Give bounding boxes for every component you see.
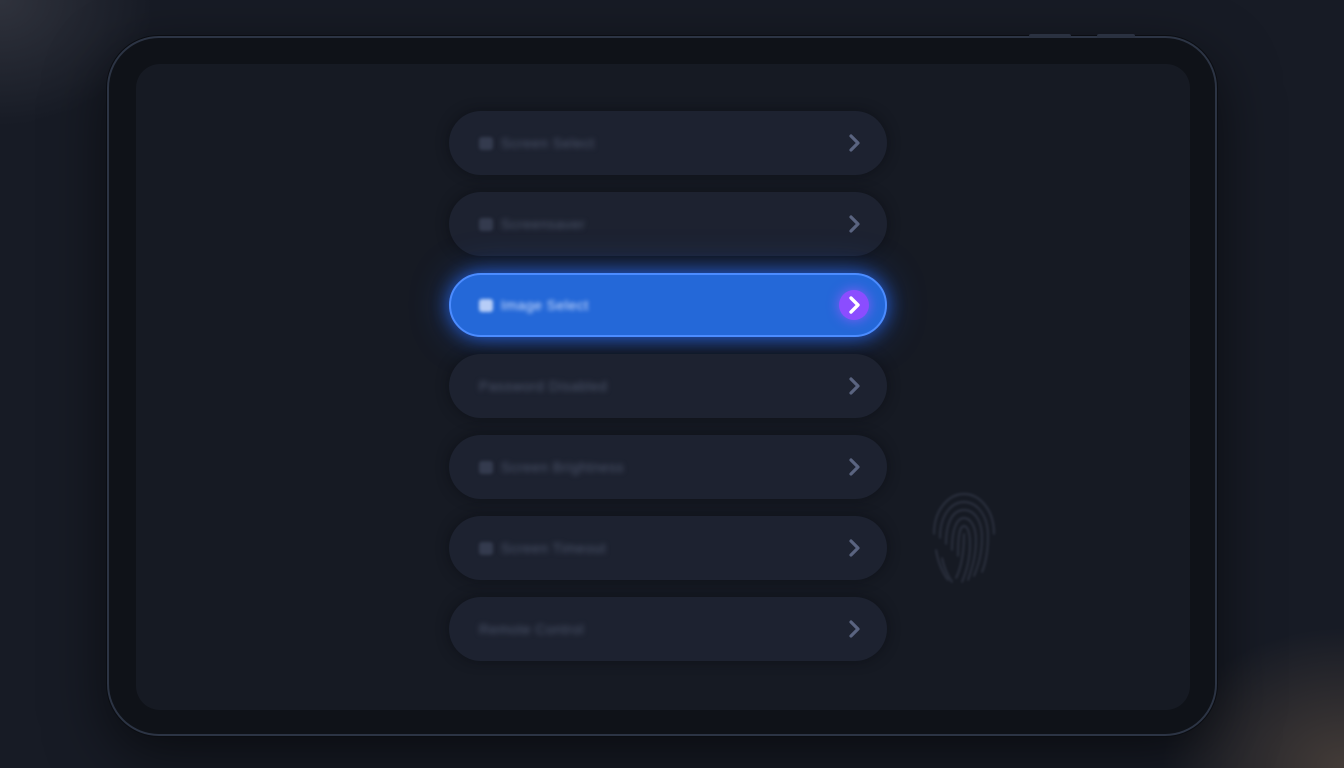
chevron-right-icon [841,373,867,399]
menu-item-label: Screen Brightness [501,459,624,475]
fingerprint-icon [914,474,1014,594]
menu-item-screen-select[interactable]: Screen Select [449,111,887,175]
menu-item-screensaver[interactable]: Screensaver [449,192,887,256]
menu-item-image-select[interactable]: Image Select [449,273,887,337]
menu-item-label: Image Select [501,297,589,313]
item-icon [479,461,493,474]
menu-item-label: Remote Control [479,621,585,637]
menu-item-screen-timeout[interactable]: Screen Timeout [449,516,887,580]
chevron-right-icon [841,454,867,480]
menu-item-password-disabled[interactable]: Password Disabled [449,354,887,418]
chevron-right-icon [841,616,867,642]
item-icon [479,218,493,231]
menu-item-label: Screensaver [501,216,586,232]
chevron-right-icon [839,290,869,320]
menu-item-label: Screen Select [501,135,595,151]
settings-menu: Screen Select Screensaver Image Select P… [449,111,887,678]
item-icon [479,137,493,150]
item-icon [479,299,493,312]
tablet-frame: Screen Select Screensaver Image Select P… [107,34,1217,736]
chevron-right-icon [841,130,867,156]
tablet-screen: Screen Select Screensaver Image Select P… [136,64,1190,710]
tablet-power-button [1097,34,1135,38]
item-icon [479,542,493,555]
scene-background: Screen Select Screensaver Image Select P… [0,0,1344,768]
tablet-volume-button [1029,34,1071,38]
chevron-right-icon [841,535,867,561]
chevron-right-icon [841,211,867,237]
menu-item-screen-brightness[interactable]: Screen Brightness [449,435,887,499]
menu-item-label: Screen Timeout [501,540,607,556]
menu-item-label: Password Disabled [479,378,608,394]
menu-item-remote-control[interactable]: Remote Control [449,597,887,661]
